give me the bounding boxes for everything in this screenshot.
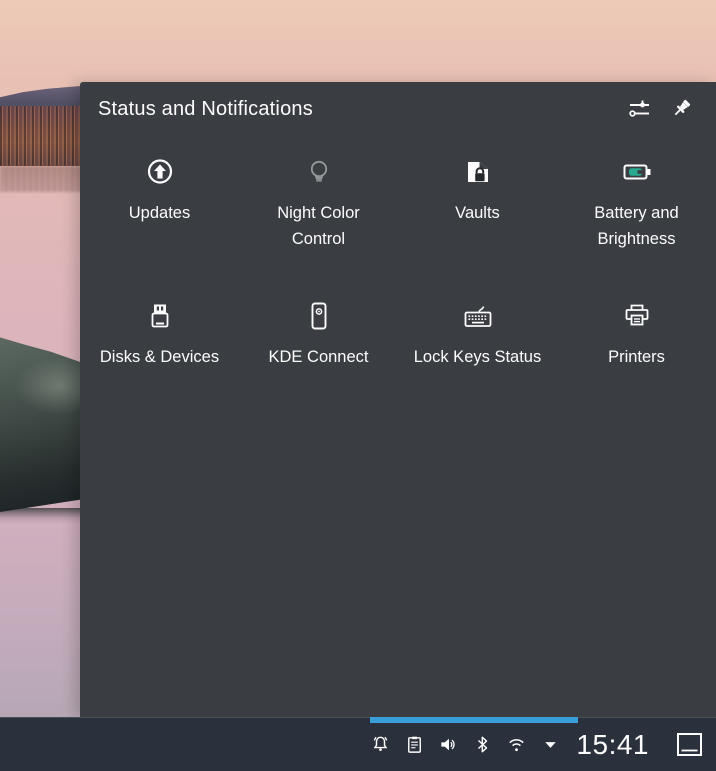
- pin-icon: [674, 99, 691, 116]
- show-desktop-icon: [677, 733, 702, 756]
- smartphone-icon: [311, 302, 326, 330]
- tray-expand-button[interactable]: [540, 734, 561, 755]
- applet-label: KDE Connect: [268, 348, 369, 366]
- usb-drive-icon: [151, 304, 168, 328]
- lightbulb-icon: [310, 160, 327, 182]
- keyboard-icon: [464, 306, 491, 327]
- applet-lock-keys-status[interactable]: Lock Keys Status: [398, 300, 557, 444]
- applet-label: Printers: [608, 348, 665, 366]
- wifi-icon: [509, 739, 525, 752]
- wallpaper-rock-reflection: [0, 508, 82, 524]
- wallpaper-rock: [0, 337, 82, 512]
- configure-button[interactable]: [626, 96, 652, 122]
- applet-night-color-control[interactable]: Night Color Control: [239, 156, 398, 300]
- vault-lock-icon: [467, 162, 488, 182]
- applet-label: Disks & Devices: [99, 348, 220, 366]
- tray-notifications-button[interactable]: [370, 734, 391, 755]
- applet-grid: Updates Night Color Control Vaults Batte…: [80, 156, 716, 444]
- popup-header: Status and Notifications: [80, 82, 716, 122]
- wallpaper-treeline: [0, 106, 82, 166]
- desktop-screen: Status and Notifications Updates Night C…: [0, 0, 716, 771]
- bell-icon: [374, 736, 388, 751]
- chevron-down-icon: [545, 742, 557, 748]
- applet-label: Night Color Control: [277, 204, 360, 248]
- applet-label: Battery and Brightness: [594, 204, 679, 248]
- system-tray-active-indicator: [370, 717, 578, 723]
- wallpaper-hill: [0, 85, 82, 108]
- updates-icon: [147, 159, 172, 184]
- applet-label: Lock Keys Status: [413, 348, 542, 366]
- tray-wifi-button[interactable]: [506, 734, 527, 755]
- battery-charging-icon: [623, 164, 650, 180]
- configure-sliders-icon: [629, 100, 649, 117]
- applet-kde-connect[interactable]: KDE Connect: [239, 300, 398, 444]
- system-tray: [370, 734, 561, 755]
- applet-updates[interactable]: Updates: [80, 156, 239, 300]
- clock[interactable]: 15:41: [576, 729, 649, 761]
- tray-clipboard-button[interactable]: [404, 734, 425, 755]
- printer-icon: [625, 304, 648, 326]
- status-and-notifications-popup: Status and Notifications Updates Night C…: [80, 82, 716, 717]
- applet-battery-and-brightness[interactable]: Battery and Brightness: [557, 156, 716, 300]
- applet-disks-and-devices[interactable]: Disks & Devices: [80, 300, 239, 444]
- show-desktop-button[interactable]: [676, 732, 703, 757]
- tray-bluetooth-button[interactable]: [472, 734, 493, 755]
- applet-vaults[interactable]: Vaults: [398, 156, 557, 300]
- applet-label: Vaults: [455, 204, 500, 222]
- bluetooth-icon: [478, 736, 488, 753]
- tray-volume-button[interactable]: [438, 734, 459, 755]
- taskbar: 15:41: [0, 717, 716, 771]
- speaker-icon: [441, 738, 456, 751]
- clipboard-icon: [408, 736, 422, 753]
- popup-title: Status and Notifications: [98, 97, 313, 120]
- pin-button[interactable]: [668, 96, 694, 122]
- applet-label: Updates: [128, 204, 191, 222]
- applet-printers[interactable]: Printers: [557, 300, 716, 444]
- wallpaper-treeline-reflection: [0, 166, 82, 192]
